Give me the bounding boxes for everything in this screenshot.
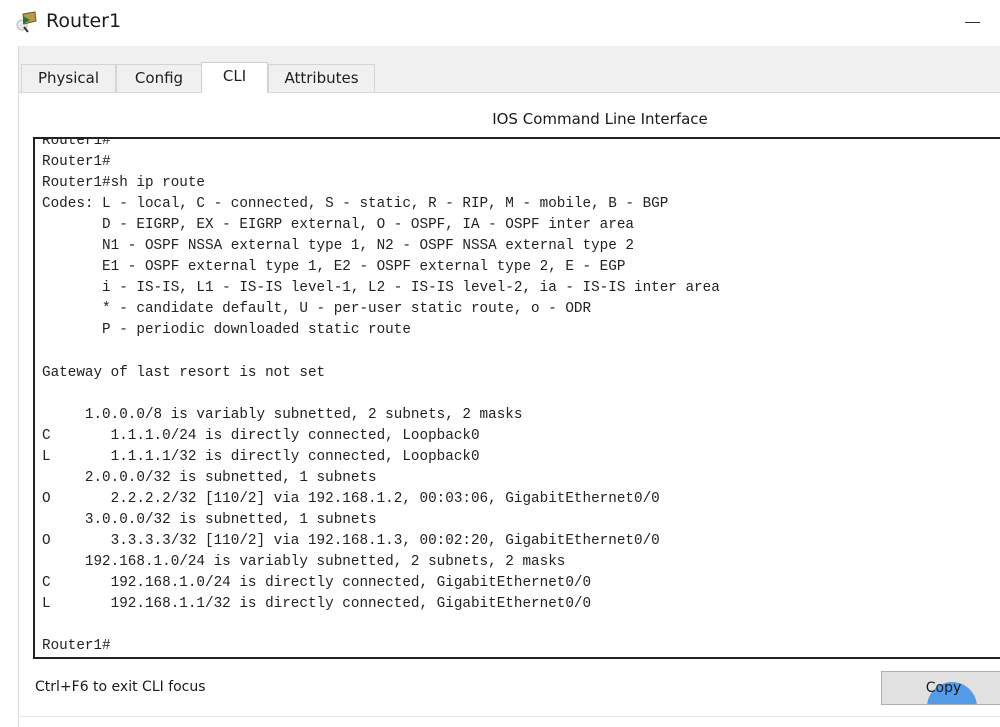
cli-line: D - EIGRP, EX - EIGRP external, O - OSPF… <box>42 217 634 234</box>
cli-line: Codes: L - local, C - connected, S - sta… <box>42 196 669 213</box>
cli-line <box>42 341 720 362</box>
tab-physical[interactable]: Physical <box>21 64 116 92</box>
cli-line: L 192.168.1.1/32 is directly connected, … <box>42 596 592 613</box>
cli-line: O 3.3.3.3/32 [110/2] via 192.168.1.3, 00… <box>42 532 660 549</box>
cli-header-label: IOS Command Line Interface <box>492 110 708 128</box>
router-device-icon <box>16 11 37 33</box>
cli-line: C 192.168.1.0/24 is directly connected, … <box>42 574 592 591</box>
cli-line: N1 - OSPF NSSA external type 1, N2 - OSP… <box>42 238 634 255</box>
cli-line: Router1# <box>42 638 111 655</box>
cli-line: 1.0.0.0/8 is variably subnetted, 2 subne… <box>42 406 523 423</box>
tab-strip: Physical Config CLI Attributes <box>19 46 1000 93</box>
cli-line: Gateway of last resort is not set <box>42 364 326 381</box>
cli-output: Router1# Router1# Router1#sh ip route Codes… <box>42 137 720 657</box>
device-panel: Physical Config CLI Attributes IOS Comma… <box>18 46 1000 727</box>
cli-focus-hint: Ctrl+F6 to exit CLI focus <box>35 679 206 695</box>
cli-line <box>42 615 720 636</box>
cli-line <box>42 384 720 405</box>
cli-line: 2.0.0.0/32 is subnetted, 1 subnets <box>42 469 377 486</box>
copy-button[interactable]: Copy <box>881 671 1000 705</box>
cli-line: C 1.1.1.0/24 is directly connected, Loop… <box>42 427 480 444</box>
cli-line: Router1#sh ip route <box>42 175 206 192</box>
cli-line: O 2.2.2.2/32 [110/2] via 192.168.1.2, 00… <box>42 490 660 507</box>
tab-config[interactable]: Config <box>116 64 202 92</box>
cli-line: 192.168.1.0/24 is variably subnetted, 2 … <box>42 553 566 570</box>
title-bar: Router1 <box>0 0 1000 46</box>
divider <box>19 716 1000 717</box>
cli-terminal[interactable]: Router1# Router1# Router1#sh ip route Codes… <box>33 137 1000 659</box>
minimize-icon[interactable] <box>960 8 986 34</box>
cli-line: Router1# <box>42 137 111 149</box>
cli-line: i - IS-IS, L1 - IS-IS level-1, L2 - IS-I… <box>42 280 720 297</box>
cli-header: IOS Command Line Interface <box>19 110 1000 128</box>
cli-line: 3.0.0.0/32 is subnetted, 1 subnets <box>42 511 377 528</box>
cli-line: Router1# <box>42 154 111 171</box>
copy-button-label: Copy <box>925 680 962 696</box>
cli-line: E1 - OSPF external type 1, E2 - OSPF ext… <box>42 259 626 276</box>
cli-line: * - candidate default, U - per-user stat… <box>42 301 592 318</box>
tab-cli[interactable]: CLI <box>201 62 268 93</box>
window-title: Router1 <box>46 10 122 32</box>
cli-line: P - periodic downloaded static route <box>42 322 411 339</box>
cli-line: L 1.1.1.1/32 is directly connected, Loop… <box>42 448 480 465</box>
tab-attributes[interactable]: Attributes <box>268 64 375 92</box>
